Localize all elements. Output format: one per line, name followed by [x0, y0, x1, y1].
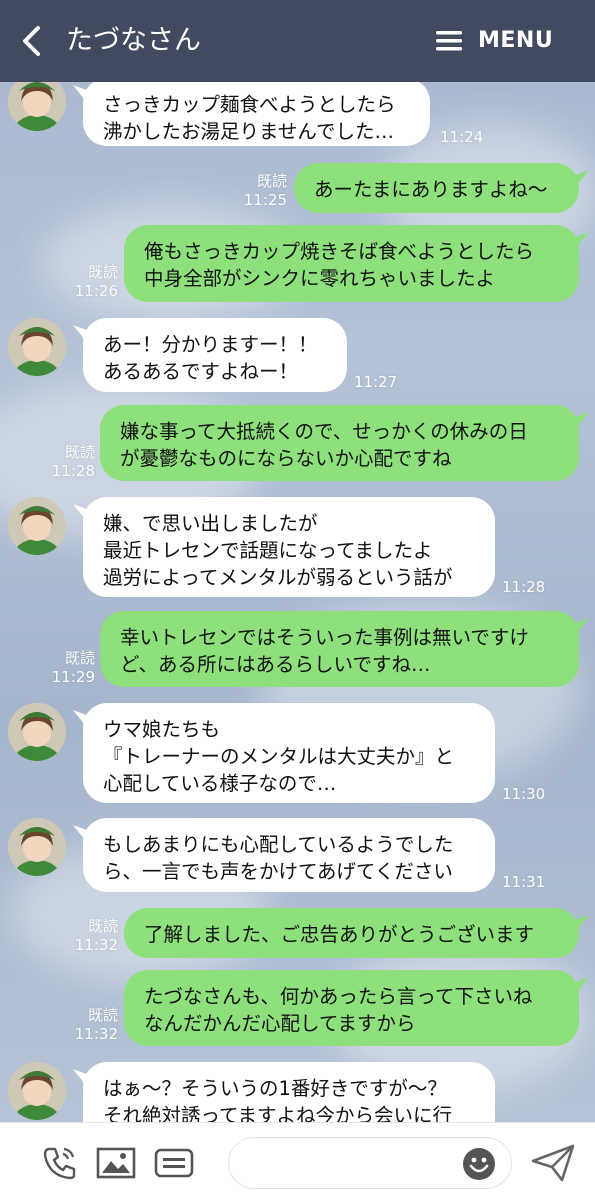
avatar[interactable]	[8, 818, 66, 876]
chevron-left-icon[interactable]	[14, 22, 52, 60]
message-time: 11:30	[502, 785, 546, 803]
message-bubble-outgoing[interactable]: 幸いトレセンではそういった事例は無いですけ ど、ある所にはあるらしいですね…	[100, 611, 579, 687]
message-bubble-outgoing[interactable]: あーたまにありますよね～	[294, 163, 579, 213]
avatar[interactable]	[8, 497, 66, 555]
message-bubble-incoming[interactable]: さっきカップ麺食べようとしたら 沸かしたお湯足りませんでした…	[83, 78, 430, 146]
chat-header: たづなさん MENU	[0, 0, 595, 82]
message-bubble-incoming[interactable]: ウマ娘たちも 『トレーナーのメンタルは大丈夫か』と 心配している様子なので…	[83, 703, 495, 803]
send-icon[interactable]	[530, 1143, 576, 1183]
avatar[interactable]	[8, 1062, 66, 1120]
avatar-tazuna-icon	[8, 497, 66, 555]
smiley-icon[interactable]	[462, 1147, 496, 1181]
avatar[interactable]	[8, 703, 66, 761]
menu-button[interactable]: MENU	[478, 26, 553, 56]
message-bubble-incoming[interactable]: もしあまりにも心配しているようでした ら、一言でも声をかけてあげてください	[83, 818, 495, 892]
read-receipt: 既読 11:32	[74, 1006, 118, 1043]
hamburger-icon[interactable]	[436, 30, 462, 52]
keyboard-icon[interactable]	[154, 1143, 194, 1183]
message-bubble-incoming[interactable]: あー！分かりますー！！ あるあるですよねー！	[83, 318, 347, 392]
message-bubble-outgoing[interactable]: たづなさんも、何かあったら言って下さいね なんだかんだ心配してますから	[124, 970, 579, 1046]
phone-icon[interactable]	[40, 1143, 80, 1183]
read-receipt: 既読 11:26	[74, 263, 118, 300]
message-bubble-incoming[interactable]: 嫌、で思い出しましたが 最近トレセンで話題になってましたよ 過労によってメンタル…	[83, 497, 495, 597]
read-receipt: 既読 11:32	[74, 917, 118, 954]
avatar[interactable]	[8, 318, 66, 376]
message-composer	[0, 1122, 595, 1201]
message-bubble-outgoing[interactable]: 俺もさっきカップ焼きそば食べようとしたら 中身全部がシンクに零れちゃいましたよ	[124, 225, 579, 302]
avatar-tazuna-icon	[8, 818, 66, 876]
message-bubble-outgoing[interactable]: 嫌な事って大抵続くので、せっかくの休みの日 が憂鬱なものにならないか心配ですね	[100, 405, 579, 481]
read-receipt: 既読 11:25	[243, 172, 287, 209]
message-time: 11:24	[440, 128, 484, 146]
read-receipt: 既読 11:28	[51, 443, 95, 480]
message-bubble-outgoing[interactable]: 了解しました、ご忠告ありがとうございます	[124, 908, 579, 958]
avatar-tazuna-icon	[8, 703, 66, 761]
message-time: 11:27	[354, 373, 398, 391]
read-receipt: 既読 11:29	[51, 649, 95, 686]
image-icon[interactable]	[96, 1143, 136, 1183]
avatar-tazuna-icon	[8, 318, 66, 376]
avatar-tazuna-icon	[8, 1062, 66, 1120]
message-time: 11:28	[502, 578, 546, 596]
chat-title: たづなさん	[66, 25, 201, 56]
message-time: 11:31	[502, 873, 546, 891]
